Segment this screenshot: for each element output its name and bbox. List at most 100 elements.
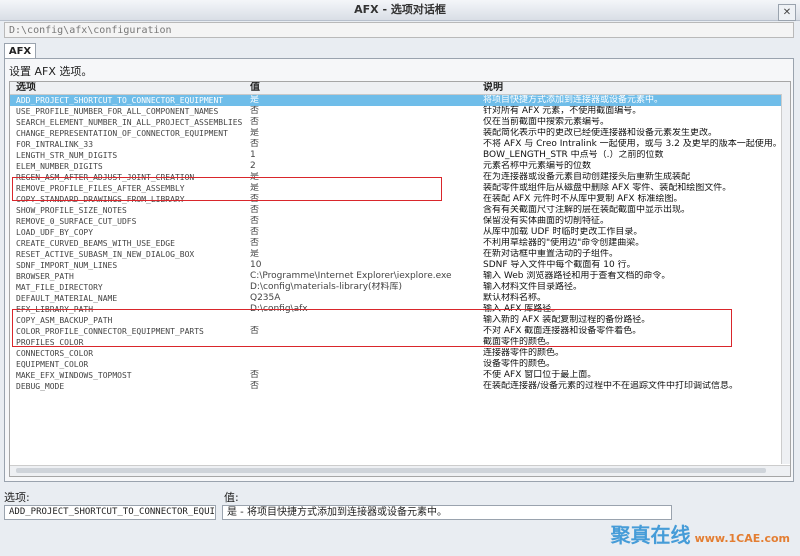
column-header-option[interactable]: 选项	[16, 82, 36, 94]
description-cell: 将项目快捷方式添加到连接器或设备元素中。	[483, 95, 664, 105]
value-cell: Q235A	[250, 293, 281, 303]
value-cell: 否	[250, 117, 260, 127]
value-cell: 是	[250, 249, 260, 259]
table-row[interactable]: RESET_ACTIVE_SUBASM_IN_NEW_DIALOG_BOX 是 在新…	[10, 249, 790, 260]
option-cell: DEBUG_MODE	[16, 382, 65, 391]
description-cell: 不将 AFX 与 Creo Intralink 一起使用，或与 3.2 及更早的…	[483, 139, 782, 149]
description-cell: 输入 Web 浏览器路径和用于查看文档的命令。	[483, 271, 671, 281]
table-row[interactable]: CONNECTORS_COLOR 连接器零件的颜色。	[10, 348, 790, 359]
vertical-scrollbar[interactable]	[781, 94, 790, 464]
option-cell: EQUIPMENT_COLOR	[16, 360, 89, 369]
option-cell: REMOVE_0_SURFACE_CUT_UDFS	[16, 217, 137, 226]
description-cell: 输入材料文件目录路径。	[483, 282, 583, 292]
table-row[interactable]: CREATE_CURVED_BEAMS_WITH_USE_EDGE 否 不利用草绘器…	[10, 238, 790, 249]
scroll-thumb[interactable]	[16, 468, 766, 473]
option-cell: BROWSER_PATH	[16, 272, 74, 281]
description-cell: 截面零件的颜色。	[483, 337, 556, 347]
description-cell: 不利用草绘器的"使用边"命令创建曲梁。	[483, 238, 645, 248]
description-cell: 从库中加载 UDF 时临时更改工作目录。	[483, 227, 643, 237]
table-row[interactable]: LENGTH_STR_NUM_DIGITS 1 BOW_LENGTH_STR 中点号…	[10, 150, 790, 161]
window-controls: ✕	[776, 2, 796, 22]
description-cell: 在装配 AFX 元件时不从库中复制 AFX 标准绘图。	[483, 194, 683, 204]
option-label: 选项:	[4, 491, 30, 504]
description-cell: 元素名称中元素编号的位数	[483, 161, 592, 171]
table-row[interactable]: ADD_PROJECT_SHORTCUT_TO_CONNECTOR_EQUIPM…	[10, 95, 790, 106]
table-row[interactable]: PROFILES_COLOR 截面零件的颜色。	[10, 337, 790, 348]
value-cell: 否	[250, 227, 260, 237]
value-cell: 否	[250, 381, 260, 391]
description-cell: 装配零件或组件后从磁盘中删除 AFX 零件、装配和绘图文件。	[483, 183, 732, 193]
description-cell: 设备零件的颜色。	[483, 359, 556, 369]
value-cell: 否	[250, 205, 260, 215]
table-row[interactable]: FOR_INTRALINK_33 否 不将 AFX 与 Creo Intralink…	[10, 139, 790, 150]
option-cell: COPY_ASM_BACKUP_PATH	[16, 316, 113, 325]
table-row[interactable]: BROWSER_PATH C:\Programme\Internet Explor…	[10, 271, 790, 282]
horizontal-scrollbar[interactable]	[10, 465, 790, 476]
table-row[interactable]: ELEM_NUMBER_DIGITS 2 元素名称中元素编号的位数	[10, 161, 790, 172]
table-row[interactable]: LOAD_UDF_BY_COPY 否 从库中加载 UDF 时临时更改工作目录。	[10, 227, 790, 238]
table-row[interactable]: SHOW_PROFILE_SIZE_NOTES 否 含有有关截面尺寸注解的层在装配截…	[10, 205, 790, 216]
description-cell: 不对 AFX 截面连接器和设备零件着色。	[483, 326, 642, 336]
table-row[interactable]: REMOVE_0_SURFACE_CUT_UDFS 否 保留没有实体曲面的切削特征。	[10, 216, 790, 227]
description-cell: 在新对话框中重置活动的子组件。	[483, 249, 619, 259]
table-row[interactable]: EFX_LIBRARY_PATH D:\config\afx 输入 AFX 库路径。	[10, 304, 790, 315]
description-cell: 默认材料名称。	[483, 293, 547, 303]
option-cell: SEARCH_ELEMENT_NUMBER_IN_ALL_PROJECT_ASS…	[16, 118, 243, 127]
value-cell: 否	[250, 370, 260, 380]
option-cell: ADD_PROJECT_SHORTCUT_TO_CONNECTOR_EQUIPM…	[16, 96, 224, 105]
option-cell: PROFILES_COLOR	[16, 338, 84, 347]
table-row[interactable]: DEFAULT_MATERIAL_NAME Q235A 默认材料名称。	[10, 293, 790, 304]
option-cell: REMOVE_PROFILE_FILES_AFTER_ASSEMBLY	[16, 184, 185, 193]
option-field[interactable]: ADD_PROJECT_SHORTCUT_TO_CONNECTOR_EQUIPM…	[4, 505, 216, 520]
option-cell: SHOW_PROFILE_SIZE_NOTES	[16, 206, 127, 215]
value-field[interactable]: 是 - 将项目快捷方式添加到连接器或设备元素中。	[222, 505, 672, 520]
option-cell: SDNF_IMPORT_NUM_LINES	[16, 261, 118, 270]
window-title: AFX - 选项对话框	[354, 3, 446, 16]
table-row[interactable]: REGEN_ASM_AFTER_ADJUST_JOINT_CREATION 是 在为…	[10, 172, 790, 183]
value-cell: 否	[250, 139, 260, 149]
option-cell: ELEM_NUMBER_DIGITS	[16, 162, 103, 171]
watermark-main: 聚真在线	[610, 523, 691, 547]
column-header-description[interactable]: 说明	[483, 82, 503, 94]
table-row[interactable]: COPY_STANDARD_DRAWINGS_FROM_LIBRARY 否 在装配 …	[10, 194, 790, 205]
option-cell: CHANGE_REPRESENTATION_OF_CONNECTOR_EQUIP…	[16, 129, 228, 138]
option-cell: USE_PROFILE_NUMBER_FOR_ALL_COMPONENT_NAM…	[16, 107, 219, 116]
table-row[interactable]: MAT_FILE_DIRECTORY D:\config\materials-li…	[10, 282, 790, 293]
watermark-sub: www.1CAE.com	[694, 532, 790, 545]
watermark: 聚真在线 www.1CAE.com	[611, 519, 790, 548]
table-row[interactable]: DEBUG_MODE 否 在装配连接器/设备元素的过程中不在追踪文件中打印调试信息。	[10, 381, 790, 392]
table-row[interactable]: COLOR_PROFILE_CONNECTOR_EQUIPMENT_PARTS 否…	[10, 326, 790, 337]
option-cell: COLOR_PROFILE_CONNECTOR_EQUIPMENT_PARTS	[16, 327, 204, 336]
table-row[interactable]: SEARCH_ELEMENT_NUMBER_IN_ALL_PROJECT_ASS…	[10, 117, 790, 128]
value-cell: 否	[250, 238, 260, 248]
config-path-field: D:\config\afx\configuration	[4, 22, 794, 38]
table-row[interactable]: COPY_ASM_BACKUP_PATH 输入新的 AFX 装配复制过程的备份路径…	[10, 315, 790, 326]
description-cell: 在为连接器或设备元素自动创建接头后重新生成装配	[483, 172, 691, 182]
option-cell: RESET_ACTIVE_SUBASM_IN_NEW_DIALOG_BOX	[16, 250, 195, 259]
value-label: 值:	[224, 491, 239, 504]
description-cell: 含有有关截面尺寸注解的层在装配截面中显示出现。	[483, 205, 691, 215]
tab-afx[interactable]: AFX	[4, 43, 36, 59]
options-table: 选项 值 说明 ADD_PROJECT_SHORTCUT_TO_CONNECTO…	[9, 81, 791, 477]
description-cell: 连接器零件的颜色。	[483, 348, 565, 358]
value-cell: 否	[250, 326, 260, 336]
table-row[interactable]: SDNF_IMPORT_NUM_LINES 10 SDNF 导入文件中每个截面有 1…	[10, 260, 790, 271]
description-cell: 在装配连接器/设备元素的过程中不在追踪文件中打印调试信息。	[483, 381, 739, 391]
table-row[interactable]: REMOVE_PROFILE_FILES_AFTER_ASSEMBLY 是 装配零件…	[10, 183, 790, 194]
option-cell: FOR_INTRALINK_33	[16, 140, 94, 149]
option-cell: CREATE_CURVED_BEAMS_WITH_USE_EDGE	[16, 239, 175, 248]
column-header-value[interactable]: 值	[250, 82, 260, 94]
value-cell: 2	[250, 161, 256, 171]
option-cell: MAKE_EFX_WINDOWS_TOPMOST	[16, 371, 132, 380]
close-icon[interactable]: ✕	[778, 4, 796, 21]
value-cell: 否	[250, 106, 260, 116]
value-cell: 是	[250, 183, 260, 193]
description-cell: 针对所有 AFX 元素，不使用截面编号。	[483, 106, 642, 116]
value-cell: 是	[250, 95, 260, 105]
table-row[interactable]: EQUIPMENT_COLOR 设备零件的颜色。	[10, 359, 790, 370]
table-row[interactable]: CHANGE_REPRESENTATION_OF_CONNECTOR_EQUIP…	[10, 128, 790, 139]
value-cell: 10	[250, 260, 262, 270]
table-row[interactable]: MAKE_EFX_WINDOWS_TOPMOST 否 不使 AFX 窗口位于最上面。	[10, 370, 790, 381]
panel-description: 设置 AFX 选项。	[9, 65, 93, 78]
table-row[interactable]: USE_PROFILE_NUMBER_FOR_ALL_COMPONENT_NAM…	[10, 106, 790, 117]
